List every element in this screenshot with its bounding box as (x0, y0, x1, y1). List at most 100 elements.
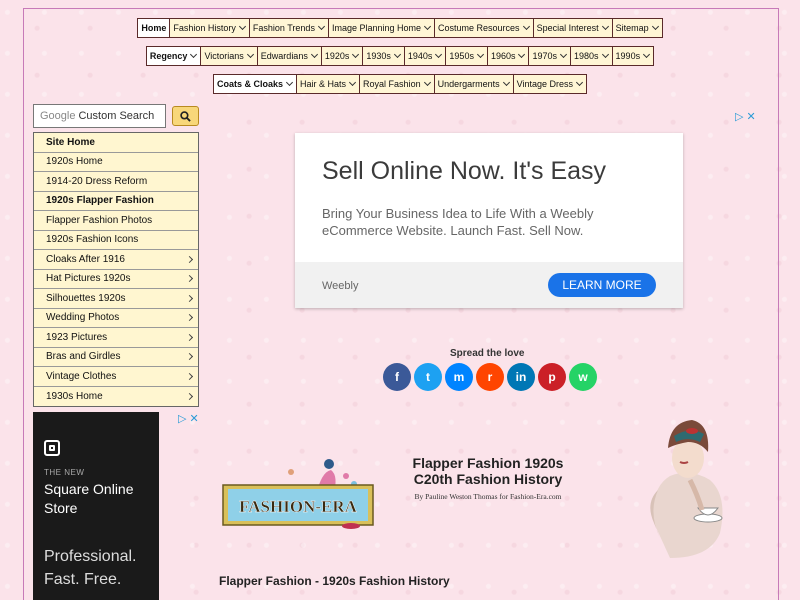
search-input[interactable]: Google Custom Search (33, 104, 166, 128)
nav-item-1920s[interactable]: 1920s (321, 47, 364, 65)
share-label: Spread the love (450, 348, 525, 359)
side-ad[interactable]: THE NEW Square Online Store Professional… (33, 412, 159, 600)
sidebar-item-1923-pictures[interactable]: 1923 Pictures (34, 328, 198, 348)
pinterest-share-button[interactable]: p (538, 363, 566, 391)
whatsapp-share-button[interactable]: w (569, 363, 597, 391)
sidebar-item-label: Flapper Fashion Photos (46, 214, 153, 226)
nav-item-coats-and-cloaks[interactable]: Coats & Cloaks (214, 75, 298, 93)
sidebar-item-cloaks-after-1916[interactable]: Cloaks After 1916 (34, 250, 198, 270)
twitter-share-button[interactable]: t (414, 363, 442, 391)
chevron-right-icon (185, 314, 194, 322)
ad-close-icon[interactable]: ✕ (746, 110, 755, 123)
sidebar-item-label: Site Home (46, 136, 95, 148)
reddit-share-button[interactable]: r (476, 363, 504, 391)
sidebar-item-1920s-home[interactable]: 1920s Home (34, 153, 198, 172)
nav-item-label: 1960s (490, 50, 516, 61)
facebook-icon: f (395, 370, 399, 384)
nav-item-label: Royal Fashion (363, 78, 421, 89)
nav-item-royal-fashion[interactable]: Royal Fashion (360, 75, 435, 93)
sidebar-item-1930s-home[interactable]: 1930s Home (34, 387, 198, 407)
nav-row-3: Coats & Cloaks Hair & Hats Royal Fashion Un… (0, 74, 800, 94)
chevron-down-icon (393, 50, 401, 59)
flapper-illustration (650, 420, 723, 558)
sidebar-item-1920s-fashion-icons[interactable]: 1920s Fashion Icons (34, 231, 198, 250)
sidebar-item-bras-and-girdles[interactable]: Bras and Girdles (34, 348, 198, 367)
nav-item-undergarments[interactable]: Undergarments (434, 75, 514, 93)
nav-item-special-interest[interactable]: Special Interest (533, 19, 613, 37)
nav-item-home[interactable]: Home (138, 19, 171, 37)
sidebar-item-1920s-flapper-fashion[interactable]: 1920s Flapper Fashion (34, 192, 198, 211)
nav-item-1990s[interactable]: 1990s (612, 47, 654, 65)
nav-item-label: Home (141, 22, 167, 33)
nav-item-label: 1930s (366, 50, 391, 61)
linkedin-share-button[interactable]: in (507, 363, 535, 391)
nav-item-1980s[interactable]: 1980s (571, 47, 613, 65)
nav-item-fashion-history[interactable]: Fashion History (170, 19, 250, 37)
search-icon (180, 110, 191, 122)
sidebar-item-site-home[interactable]: Site Home (34, 133, 198, 153)
chevron-down-icon (349, 78, 357, 87)
nav-item-edwardians[interactable]: Edwardians (257, 47, 322, 65)
ad-close-icon[interactable]: ✕ (189, 412, 198, 425)
nav-item-1940s[interactable]: 1940s (404, 47, 447, 65)
facebook-share-button[interactable]: f (383, 363, 411, 391)
chevron-down-icon (310, 50, 318, 59)
chevron-down-icon (190, 50, 198, 59)
search-button[interactable] (172, 106, 199, 126)
search-placeholder: Custom Search (78, 110, 155, 122)
side-ad-title: Square Online Store (44, 481, 134, 516)
sidebar-item-wedding-photos[interactable]: Wedding Photos (34, 309, 198, 328)
nav-item-costume-resources[interactable]: Costume Resources (435, 19, 534, 37)
ad-info-icon[interactable]: ▷ (735, 110, 743, 123)
chevron-right-icon (185, 294, 194, 302)
ad-footer: Weebly LEARN MORE (295, 262, 683, 308)
page-title: Flapper Fashion 1920s C20th Fashion Hist… (393, 455, 583, 487)
nav-item-victorians[interactable]: Victorians (201, 47, 258, 65)
byline: By Pauline Weston Thomas for Fashion-Era… (414, 492, 562, 501)
ad-banner[interactable]: Sell Online Now. It's Easy Bring Your Bu… (295, 133, 683, 308)
chevron-down-icon (522, 22, 530, 31)
fashion-era-logo[interactable]: FASHION-ERA (221, 454, 375, 530)
nav-item-label: Special Interest (536, 22, 599, 33)
sidebar-item-label: 1920s Flapper Fashion (46, 195, 154, 207)
sidebar-item-1914-20-dress-reform[interactable]: 1914-20 Dress Reform (34, 172, 198, 192)
chevron-right-icon (185, 255, 194, 263)
nav-item-label: Coats & Cloaks (217, 78, 284, 89)
reddit-icon: r (487, 370, 493, 384)
messenger-share-button[interactable]: m (445, 363, 473, 391)
nav-item-image-planning-home[interactable]: Image Planning Home (328, 19, 436, 37)
learn-more-button[interactable]: LEARN MORE (548, 273, 656, 297)
nav-item-1950s[interactable]: 1950s (446, 47, 488, 65)
ad-choices[interactable]: ▷ ✕ (735, 110, 756, 123)
nav-item-label: Undergarments (437, 78, 500, 89)
nav-item-1930s[interactable]: 1930s (363, 47, 405, 65)
sidebar-item-label: Cloaks After 1916 (46, 253, 125, 265)
chevron-down-icon (559, 50, 568, 59)
nav-item-label: Vintage Dress (516, 78, 573, 89)
sidebar-item-silhouettes-1920s[interactable]: Silhouettes 1920s (34, 289, 198, 309)
chevron-down-icon (352, 50, 360, 59)
sidebar-item-flapper-fashion-photos[interactable]: Flapper Fashion Photos (34, 211, 198, 231)
nav-item-vintage-dress[interactable]: Vintage Dress (513, 75, 586, 93)
nav-item-hair-and-hats[interactable]: Hair & Hats (297, 75, 361, 93)
nav-item-1970s[interactable]: 1970s (529, 47, 572, 65)
chevron-down-icon (238, 22, 246, 31)
sidebar-item-vintage-clothes[interactable]: Vintage Clothes (34, 367, 198, 387)
nav-item-label: Fashion History (173, 22, 236, 33)
nav-row-2: Regency Victorians Edwardians 1920s 1930s 194… (0, 46, 800, 66)
sidebar-item-label: 1923 Pictures (46, 331, 108, 343)
chevron-down-icon (476, 50, 484, 59)
side-ad-choices[interactable]: ▷ ✕ (178, 412, 199, 425)
sidebar-item-hat-pictures-1920s[interactable]: Hat Pictures 1920s (34, 270, 198, 289)
nav-item-sitemap[interactable]: Sitemap (612, 19, 662, 37)
ad-brand: Weebly (322, 280, 359, 292)
nav-item-1960s[interactable]: 1960s (487, 47, 530, 65)
chevron-down-icon (246, 50, 254, 59)
chevron-down-icon (601, 22, 609, 31)
nav-item-regency[interactable]: Regency (146, 47, 202, 65)
ad-body: Bring Your Business Idea to Life With a … (322, 206, 594, 238)
ad-info-icon[interactable]: ▷ (178, 412, 186, 425)
chevron-down-icon (435, 50, 443, 59)
chevron-down-icon (518, 50, 526, 59)
nav-item-fashion-trends[interactable]: Fashion Trends (249, 19, 329, 37)
